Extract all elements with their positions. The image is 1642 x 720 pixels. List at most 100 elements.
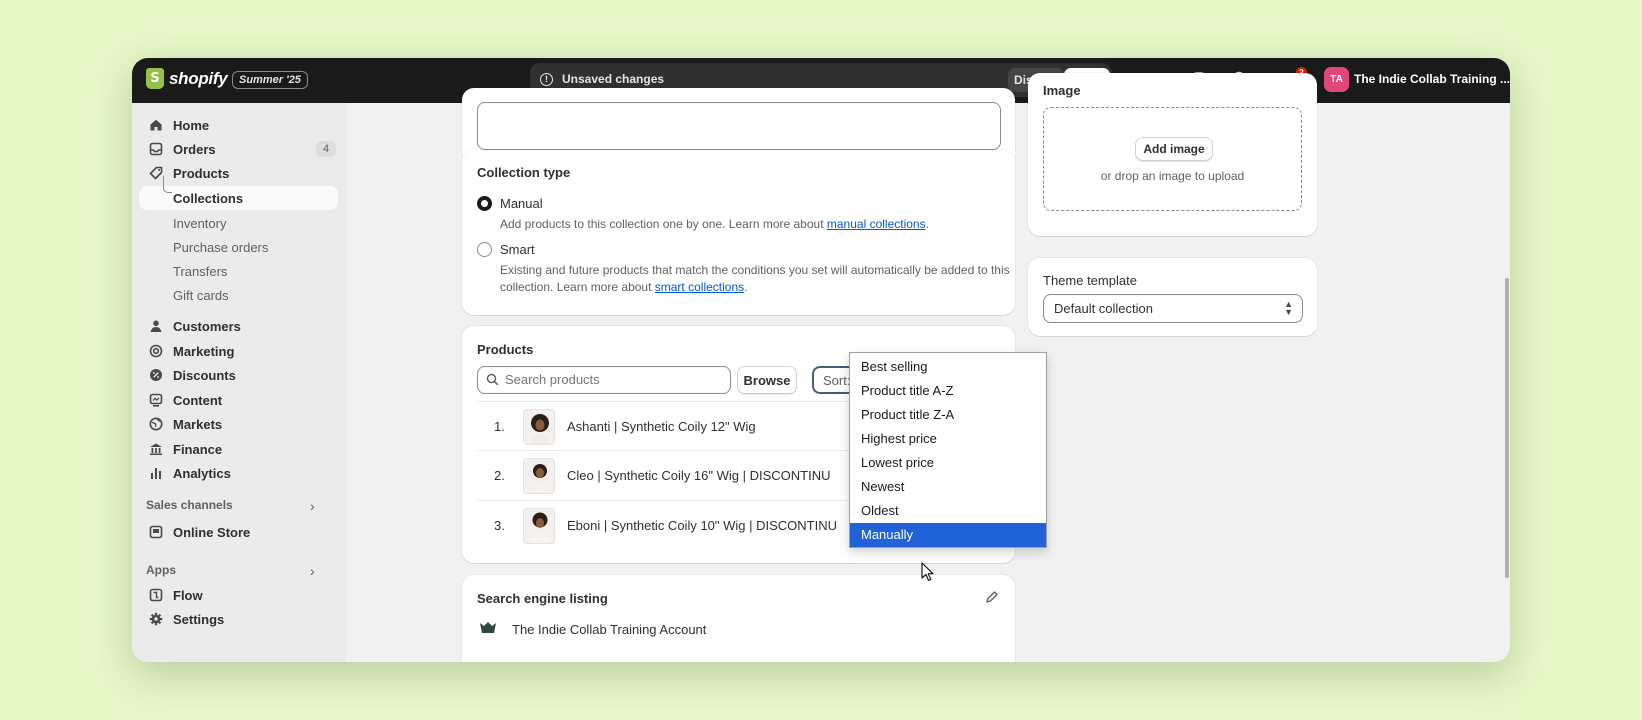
sidebar-item-finance[interactable]: Finance [139, 437, 338, 461]
manual-label[interactable]: Manual [500, 196, 543, 211]
description-editor[interactable] [477, 102, 1001, 150]
manual-help-prefix: Add products to this collection one by o… [500, 217, 827, 231]
content-icon [148, 392, 164, 408]
sidebar-item-label: Purchase orders [173, 239, 269, 255]
product-title: Cleo | Synthetic Coily 16" Wig | DISCONT… [567, 468, 831, 483]
flow-icon [148, 587, 164, 603]
product-number: 2. [494, 468, 505, 483]
sort-option-lowest-price[interactable]: Lowest price [850, 451, 1046, 475]
smart-collections-link[interactable]: smart collections [655, 280, 744, 294]
edition-badge[interactable]: Summer '25 [232, 71, 308, 89]
sort-option-newest[interactable]: Newest [850, 475, 1046, 499]
smart-help-line-1: Existing and future products that match … [500, 263, 1010, 277]
products-title: Products [477, 342, 534, 357]
sort-option-best-selling[interactable]: Best selling [850, 355, 1046, 379]
sidebar-item-home[interactable]: Home [139, 113, 338, 137]
tag-icon [148, 165, 164, 181]
theme-template-select[interactable]: Default collection ▲ ▼ [1043, 294, 1303, 323]
product-title: Ashanti | Synthetic Coily 12" Wig [567, 419, 756, 434]
sort-option-title-z-a[interactable]: Product title Z-A [850, 403, 1046, 427]
sidebar-item-purchase-orders[interactable]: Purchase orders [139, 235, 338, 259]
home-icon [148, 117, 164, 133]
sidebar-item-label: Customers [173, 318, 241, 334]
sort-option-title-a-z[interactable]: Product title A-Z [850, 379, 1046, 403]
sales-channels-heading: Sales channels [146, 498, 233, 512]
sidebar-item-label: Analytics [173, 465, 231, 481]
sort-option-oldest[interactable]: Oldest [850, 499, 1046, 523]
sidebar-item-orders[interactable]: Orders 4 [139, 137, 338, 161]
product-thumbnail [523, 409, 555, 445]
store-name[interactable]: The Indie Collab Training ... [1354, 72, 1510, 86]
sidebar-item-gift-cards[interactable]: Gift cards [139, 283, 338, 307]
target-icon [148, 343, 164, 359]
sidebar-item-analytics[interactable]: Analytics [139, 461, 338, 485]
sidebar-item-label: Marketing [173, 343, 235, 359]
select-arrows-icon: ▲▼ [1284, 299, 1293, 317]
sidebar-item-settings[interactable]: Settings [139, 607, 338, 631]
seo-store-name: The Indie Collab Training Account [512, 622, 707, 637]
manual-collections-link[interactable]: manual collections [827, 217, 926, 231]
sidebar-item-label: Discounts [173, 367, 236, 383]
theme-template-value: Default collection [1054, 301, 1153, 316]
add-image-button[interactable]: Add image [1135, 137, 1213, 161]
image-dropzone[interactable]: Add image or drop an image to upload [1043, 107, 1302, 211]
sidebar-item-label: Products [173, 165, 230, 181]
sidebar-item-transfers[interactable]: Transfers [139, 259, 338, 283]
theme-template-card: Theme template Default collection ▲ ▼ [1028, 258, 1317, 336]
sidebar-item-label: Home [173, 117, 210, 133]
sidebar-item-content[interactable]: Content [139, 388, 338, 412]
apps-heading: Apps [146, 563, 176, 577]
search-products-field[interactable] [477, 366, 731, 394]
alert-circle-icon: ! [540, 73, 553, 86]
sidebar-item-discounts[interactable]: Discounts [139, 363, 338, 387]
smart-radio[interactable] [477, 242, 492, 257]
smart-help-prefix: collection. Learn more about [500, 280, 655, 294]
image-card-title: Image [1043, 83, 1081, 98]
inbox-icon [148, 141, 164, 157]
gear-icon [148, 611, 164, 627]
upload-hint-text: or drop an image to upload [1100, 169, 1245, 183]
tree-branch-line [163, 176, 172, 193]
globe-icon [148, 416, 164, 432]
product-title: Eboni | Synthetic Coily 10" Wig | DISCON… [567, 518, 838, 533]
collection-type-title: Collection type [477, 165, 571, 180]
sidebar-item-online-store[interactable]: Online Store [139, 520, 338, 544]
product-thumbnail [523, 508, 555, 544]
vertical-scrollbar[interactable] [1505, 278, 1509, 578]
collection-type-card: Collection type Manual Add products to t… [462, 150, 1015, 315]
theme-template-label: Theme template [1043, 273, 1137, 288]
smart-help-line-2: collection. Learn more about smart colle… [500, 280, 748, 294]
sidebar: Home Orders 4 Products Collections Inven… [132, 103, 346, 662]
shopify-logo[interactable]: S shopify [146, 68, 228, 89]
sidebar-item-label: Orders [173, 141, 216, 157]
sidebar-item-label: Markets [173, 416, 223, 432]
app-window: S shopify Summer '25 ! Unsaved changes D… [132, 58, 1510, 662]
browse-button[interactable]: Browse [737, 366, 797, 394]
discount-icon [148, 367, 164, 383]
sidebar-item-collections[interactable]: Collections [139, 176, 338, 210]
sort-option-highest-price[interactable]: Highest price [850, 427, 1046, 451]
search-products-input[interactable] [505, 372, 725, 387]
sidebar-item-inventory[interactable]: Inventory [139, 211, 338, 235]
sidebar-item-flow[interactable]: Flow [139, 583, 338, 607]
sort-option-manually[interactable]: Manually [850, 523, 1046, 547]
chevron-right-icon[interactable]: › [310, 498, 315, 514]
sort-options-list: Best selling Product title A-Z Product t… [849, 352, 1047, 548]
store-avatar[interactable]: TA [1324, 67, 1349, 92]
product-thumbnail [523, 458, 555, 494]
chevron-right-icon[interactable]: › [310, 563, 315, 579]
pencil-icon[interactable] [985, 590, 999, 609]
smart-label[interactable]: Smart [500, 242, 535, 257]
sidebar-item-customers[interactable]: Customers [139, 314, 338, 338]
sidebar-item-markets[interactable]: Markets [139, 412, 338, 436]
sidebar-item-label: Flow [173, 587, 203, 603]
bar-chart-icon [148, 465, 164, 481]
image-card: Image Add image or drop an image to uplo… [1028, 73, 1317, 236]
sidebar-item-label: Transfers [173, 263, 228, 279]
sidebar-item-marketing[interactable]: Marketing [139, 339, 338, 363]
sidebar-item-label: Settings [173, 611, 225, 627]
shopify-bag-icon: S [146, 68, 164, 89]
manual-radio[interactable] [477, 196, 492, 211]
sidebar-item-label: Gift cards [173, 287, 229, 303]
store-favicon-icon [479, 621, 497, 640]
